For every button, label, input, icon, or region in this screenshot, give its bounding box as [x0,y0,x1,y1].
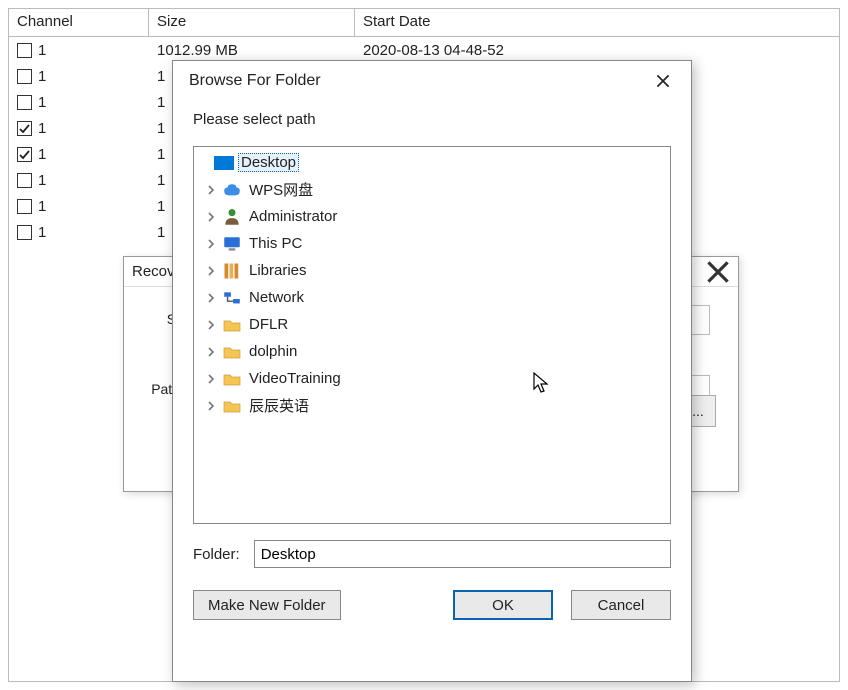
row-checkbox[interactable] [17,225,32,240]
cancel-button[interactable]: Cancel [571,590,671,620]
folder-icon [222,316,242,334]
ok-button[interactable]: OK [453,590,553,620]
tree-node[interactable]: Libraries [194,257,670,284]
folder-field[interactable] [254,540,671,568]
table-header: Channel Size Start Date [9,9,839,37]
cloud-icon [222,181,242,199]
cell-channel: 1 [38,224,46,241]
tree-node[interactable]: dolphin [194,338,670,365]
expand-chevron-icon[interactable] [204,372,218,386]
expand-chevron-icon[interactable] [204,345,218,359]
tree-node[interactable]: Network [194,284,670,311]
folder-field-label: Folder: [193,546,240,563]
expand-chevron-icon[interactable] [204,237,218,251]
folder-icon [222,370,242,388]
cell-channel: 1 [38,198,46,215]
make-new-folder-button[interactable]: Make New Folder [193,590,341,620]
recovery-dialog-title: Recov [132,263,175,280]
browse-dialog-title: Browse For Folder [189,72,321,90]
expand-chevron-icon[interactable] [204,291,218,305]
col-header-size[interactable]: Size [149,9,355,37]
col-header-channel[interactable]: Channel [9,9,149,37]
tree-node-label: Libraries [246,261,310,280]
row-checkbox[interactable] [17,95,32,110]
tree-node-label: Administrator [246,207,340,226]
expand-chevron-icon[interactable] [204,210,218,224]
browse-instruction: Please select path [173,101,691,146]
tree-node-label: This PC [246,234,305,253]
tree-node[interactable]: Administrator [194,203,670,230]
tree-node[interactable]: VideoTraining [194,365,670,392]
tree-node[interactable]: 辰辰英语 [194,392,670,419]
row-checkbox[interactable] [17,147,32,162]
user-icon [222,208,242,226]
folder-icon [222,397,242,415]
tree-node-label: Network [246,288,307,307]
expand-chevron-icon[interactable] [204,318,218,332]
tree-node-label: WPS网盘 [246,178,316,201]
row-checkbox[interactable] [17,43,32,58]
lib-icon [222,262,242,280]
tree-node-label: Desktop [238,153,299,172]
tree-node-label: 辰辰英语 [246,394,312,417]
col-header-start-date[interactable]: Start Date [355,9,839,37]
cell-size: 1012.99 MB [149,40,355,61]
cell-start-date: 2020-08-13 04-48-52 [355,40,839,61]
desktop-icon [214,154,234,172]
close-icon[interactable] [645,67,681,95]
browse-for-folder-dialog: Browse For Folder Please select path Des… [172,60,692,682]
row-checkbox[interactable] [17,173,32,188]
row-checkbox[interactable] [17,121,32,136]
cell-channel: 1 [38,94,46,111]
expand-chevron-icon[interactable] [204,399,218,413]
expand-chevron-icon[interactable] [204,183,218,197]
tree-node[interactable]: DFLR [194,311,670,338]
folder-icon [222,343,242,361]
cell-channel: 1 [38,42,46,59]
cell-channel: 1 [38,120,46,137]
tree-node-label: DFLR [246,315,291,334]
tree-node[interactable]: Desktop [194,149,670,176]
tree-node[interactable]: WPS网盘 [194,176,670,203]
expand-chevron-icon[interactable] [204,264,218,278]
tree-node-label: dolphin [246,342,300,361]
net-icon [222,289,242,307]
tree-node[interactable]: This PC [194,230,670,257]
pc-icon [222,235,242,253]
cell-channel: 1 [38,146,46,163]
expand-chevron-icon [196,156,210,170]
folder-tree[interactable]: Desktop WPS网盘 Administrator This PC Librarie… [193,146,671,524]
close-icon[interactable] [706,260,730,284]
cell-channel: 1 [38,68,46,85]
row-checkbox[interactable] [17,69,32,84]
cell-channel: 1 [38,172,46,189]
tree-node-label: VideoTraining [246,369,344,388]
row-checkbox[interactable] [17,199,32,214]
